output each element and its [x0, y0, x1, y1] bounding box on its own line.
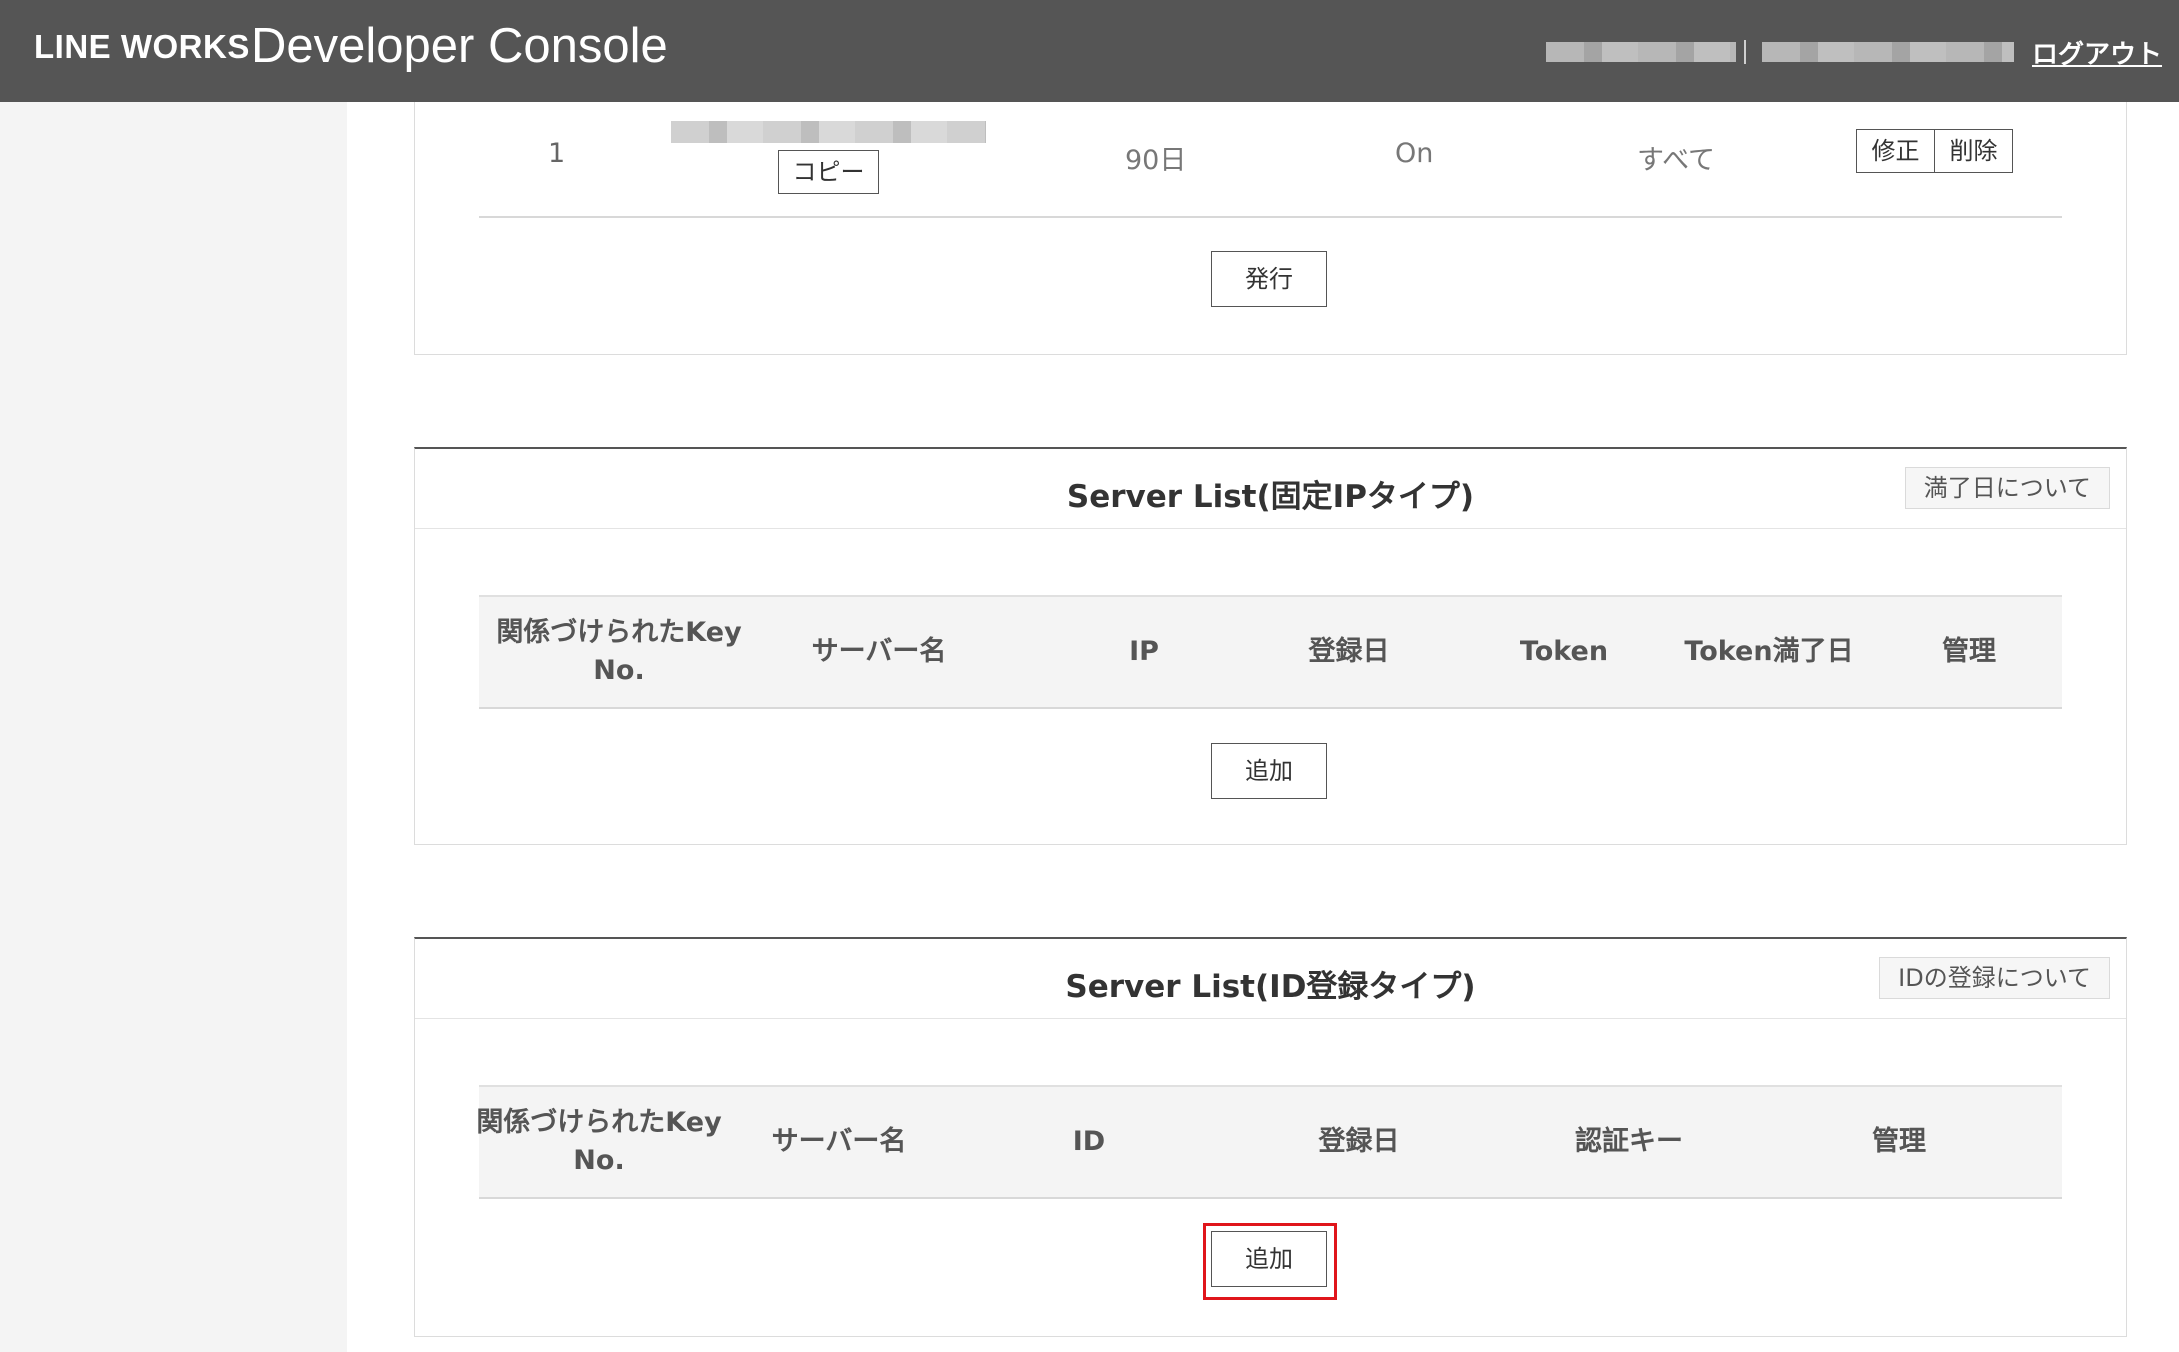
panel-header: Server List(ID登録タイプ) IDの登録について — [415, 939, 2126, 1019]
left-sidebar — [0, 102, 347, 1352]
column-header: 登録日 — [1308, 636, 1390, 667]
column-header: ID — [1072, 1126, 1106, 1157]
key-status: On — [1395, 138, 1434, 169]
api-key-panel: 1 コピー 90日 On すべて 修正 削除 発行 — [414, 102, 2127, 355]
redacted-user-name — [1546, 42, 1736, 62]
column-header: 関係づけられたKey No. — [496, 617, 742, 686]
table-header: 関係づけられたKey No. サーバー名 ID 登録日 認証キー 管理 — [476, 1085, 2062, 1199]
column-header: Token満了日 — [1684, 636, 1854, 667]
table-header: 関係づけられたKey No. サーバー名 IP 登録日 Token Token満… — [479, 595, 2062, 709]
column-header: 関係づけられたKey No. — [476, 1107, 722, 1176]
id-registration-info-button[interactable]: IDの登録について — [1879, 957, 2110, 999]
column-header: サーバー名 — [771, 1126, 907, 1157]
expiry-info-button[interactable]: 満了日について — [1904, 467, 2110, 509]
redacted-domain-name — [1762, 42, 2014, 62]
column-header: サーバー名 — [811, 636, 947, 667]
panel-title: Server List(固定IPタイプ) — [1066, 479, 1475, 515]
server-list-id-panel: Server List(ID登録タイプ) IDの登録について 関係づけられたKe… — [414, 937, 2127, 1337]
column-header: 認証キー — [1575, 1126, 1683, 1157]
brand-logo: LINE WORKS — [34, 28, 250, 65]
issue-button[interactable]: 発行 — [1211, 251, 1327, 307]
key-scope: すべて — [1637, 145, 1716, 176]
key-row-number: 1 — [548, 138, 566, 169]
delete-button[interactable]: 削除 — [1934, 129, 2013, 173]
redacted-key-value — [671, 121, 986, 143]
product-title: Developer Console — [251, 19, 668, 73]
add-server-id-button[interactable]: 追加 — [1211, 1231, 1327, 1287]
panel-header: Server List(固定IPタイプ) 満了日について — [415, 449, 2126, 529]
panel-title: Server List(ID登録タイプ) — [1065, 969, 1476, 1005]
logout-link[interactable]: ログアウト — [2032, 34, 2162, 71]
add-server-ip-button[interactable]: 追加 — [1211, 743, 1327, 799]
column-header: IP — [1129, 636, 1159, 667]
column-header: 管理 — [1872, 1126, 1926, 1157]
top-bar: LINE WORKS Developer Console ログアウト — [0, 0, 2179, 102]
row-divider — [479, 216, 2062, 218]
edit-button[interactable]: 修正 — [1856, 129, 1935, 173]
column-header: 管理 — [1942, 636, 1996, 667]
copy-button[interactable]: コピー — [778, 150, 879, 194]
server-list-ip-panel: Server List(固定IPタイプ) 満了日について 関係づけられたKey … — [414, 447, 2127, 845]
key-expiry: 90日 — [1125, 145, 1187, 176]
header-separator — [1744, 40, 1746, 64]
column-header: Token — [1519, 636, 1609, 667]
column-header: 登録日 — [1318, 1126, 1400, 1157]
